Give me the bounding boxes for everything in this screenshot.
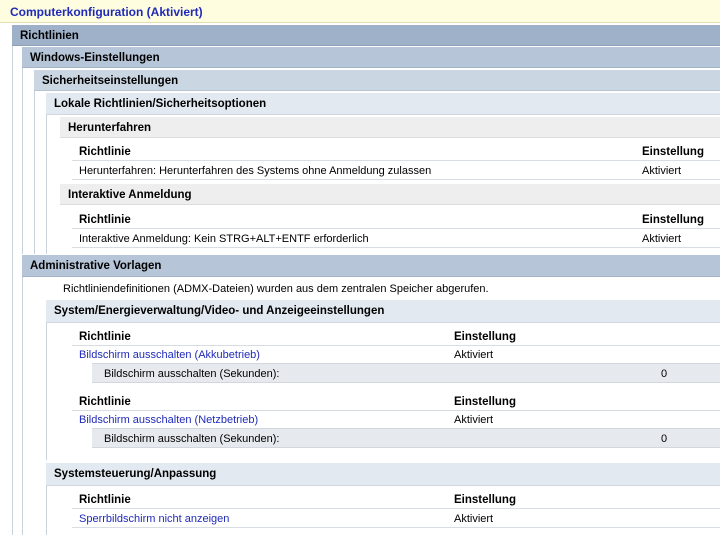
tree-line (46, 115, 47, 254)
config-title: Computerkonfiguration (Aktiviert) (10, 5, 203, 19)
section-sicherheit[interactable]: Sicherheitseinstellungen (34, 70, 720, 91)
policy-option-row: Bildschirm ausschalten (Sekunden): 0 (92, 428, 720, 448)
config-header[interactable]: Computerkonfiguration (Aktiviert) (0, 0, 720, 23)
column-header-setting: Einstellung (642, 214, 704, 226)
tree-line (46, 323, 47, 460)
column-header-policy: Richtlinie (79, 396, 131, 408)
section-windows-label: Windows-Einstellungen (30, 52, 160, 64)
policy-link[interactable]: Bildschirm ausschalten (Akkubetrieb) (79, 349, 260, 361)
policy-setting: Aktiviert (454, 414, 494, 426)
tree-line (22, 68, 23, 254)
divider (72, 410, 720, 411)
column-header-policy: Richtlinie (79, 214, 131, 226)
policy-setting: Aktiviert (454, 513, 494, 525)
policy-setting: Aktiviert (642, 165, 682, 177)
section-energieverwaltung[interactable]: System/Energieverwaltung/Video- und Anze… (46, 300, 720, 323)
section-administrative-vorlagen[interactable]: Administrative Vorlagen (22, 255, 720, 277)
section-energieverwaltung-label: System/Energieverwaltung/Video- und Anze… (54, 305, 385, 317)
section-richtlinien-label: Richtlinien (20, 30, 79, 42)
section-interaktive-anmeldung-label: Interaktive Anmeldung (68, 189, 192, 201)
column-header-setting: Einstellung (642, 146, 704, 158)
policy-link[interactable]: Sperrbildschirm nicht anzeigen (79, 513, 229, 525)
column-header-setting: Einstellung (454, 331, 516, 343)
section-herunterfahren[interactable]: Herunterfahren (60, 117, 720, 138)
admx-note: Richtliniendefinitionen (ADMX-Dateien) w… (63, 283, 489, 295)
section-sicherheit-label: Sicherheitseinstellungen (42, 75, 179, 87)
policy-option-row: Bildschirm ausschalten (Sekunden): 0 (92, 363, 720, 383)
section-administrative-vorlagen-label: Administrative Vorlagen (30, 260, 162, 272)
tree-line (34, 91, 35, 254)
option-value: 0 (661, 433, 668, 445)
divider (72, 160, 720, 161)
column-header-policy: Richtlinie (79, 494, 131, 506)
section-lokale[interactable]: Lokale Richtlinien/Sicherheitsoptionen (46, 93, 720, 115)
tree-line (22, 277, 23, 535)
policy-name: Herunterfahren: Herunterfahren des Syste… (79, 165, 432, 177)
option-value: 0 (661, 368, 668, 380)
tree-line (12, 46, 13, 535)
option-label: Bildschirm ausschalten (Sekunden): (104, 368, 280, 380)
divider (72, 228, 720, 229)
divider (72, 179, 720, 180)
column-header-setting: Einstellung (454, 396, 516, 408)
policy-setting: Aktiviert (642, 233, 682, 245)
column-header-setting: Einstellung (454, 494, 516, 506)
policy-setting: Aktiviert (454, 349, 494, 361)
section-herunterfahren-label: Herunterfahren (68, 122, 152, 134)
section-interaktive-anmeldung[interactable]: Interaktive Anmeldung (60, 184, 720, 205)
section-lokale-label: Lokale Richtlinien/Sicherheitsoptionen (54, 98, 267, 110)
policy-name: Interaktive Anmeldung: Kein STRG+ALT+ENT… (79, 233, 369, 245)
policy-link[interactable]: Bildschirm ausschalten (Netzbetrieb) (79, 414, 258, 426)
section-systemsteuerung-label: Systemsteuerung/Anpassung (54, 468, 217, 480)
section-systemsteuerung[interactable]: Systemsteuerung/Anpassung (46, 463, 720, 486)
section-windows[interactable]: Windows-Einstellungen (22, 47, 720, 68)
divider (72, 247, 720, 248)
divider (72, 345, 720, 346)
divider (72, 508, 720, 509)
option-label: Bildschirm ausschalten (Sekunden): (104, 433, 280, 445)
tree-line (46, 486, 47, 535)
column-header-policy: Richtlinie (79, 146, 131, 158)
column-header-policy: Richtlinie (79, 331, 131, 343)
section-richtlinien[interactable]: Richtlinien (12, 25, 720, 46)
divider (72, 527, 720, 528)
